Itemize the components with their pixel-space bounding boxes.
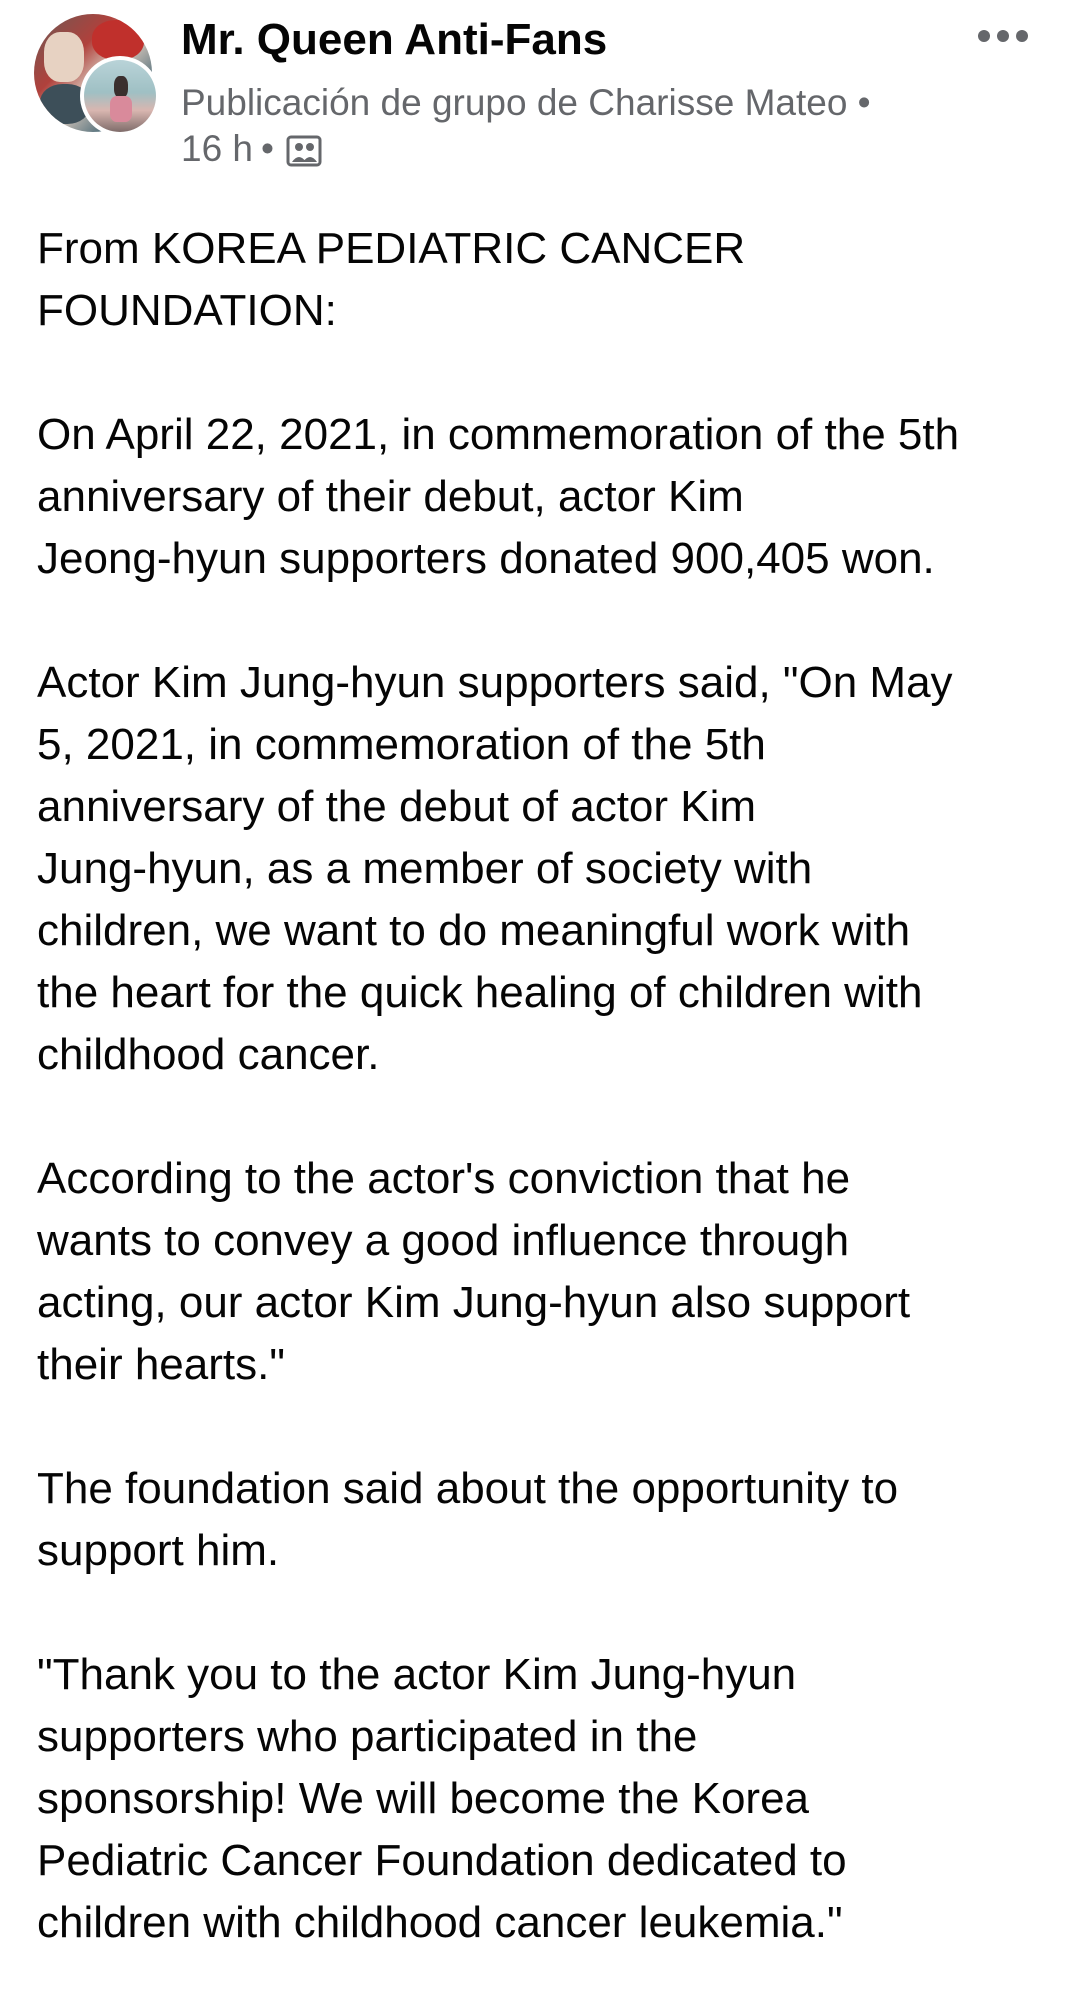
post-avatar-stack[interactable] xyxy=(34,14,160,136)
author-avatar[interactable] xyxy=(80,56,160,136)
meta-separator: • xyxy=(261,128,274,169)
group-name-link[interactable]: Mr. Queen Anti-Fans xyxy=(181,14,607,66)
post-paragraph: From KOREA PEDIATRIC CANCER FOUNDATION: xyxy=(37,224,746,335)
post-timestamp-line: 16 h • xyxy=(181,126,322,172)
post-header: Mr. Queen Anti-Fans Publicación de grupo… xyxy=(0,0,1079,200)
post-time[interactable]: 16 h xyxy=(181,126,253,172)
post-paragraph: The foundation said about the opportunit… xyxy=(37,1464,899,1575)
post-paragraph: Actor Kim Jung-hyun supporters said, "On… xyxy=(37,658,953,1079)
post-paragraph: On April 22, 2021, in commemoration of t… xyxy=(37,410,960,583)
more-options-icon[interactable] xyxy=(968,18,1038,54)
group-audience-icon xyxy=(286,133,322,169)
post-paragraph: "Thank you to the actor Kim Jung-hyun su… xyxy=(37,1650,847,1947)
post-author-line[interactable]: Publicación de grupo de Charisse Mateo • xyxy=(181,80,871,126)
post-paragraph: According to the actor's conviction that… xyxy=(37,1154,911,1389)
post-body: From KOREA PEDIATRIC CANCER FOUNDATION: … xyxy=(37,218,1057,2016)
